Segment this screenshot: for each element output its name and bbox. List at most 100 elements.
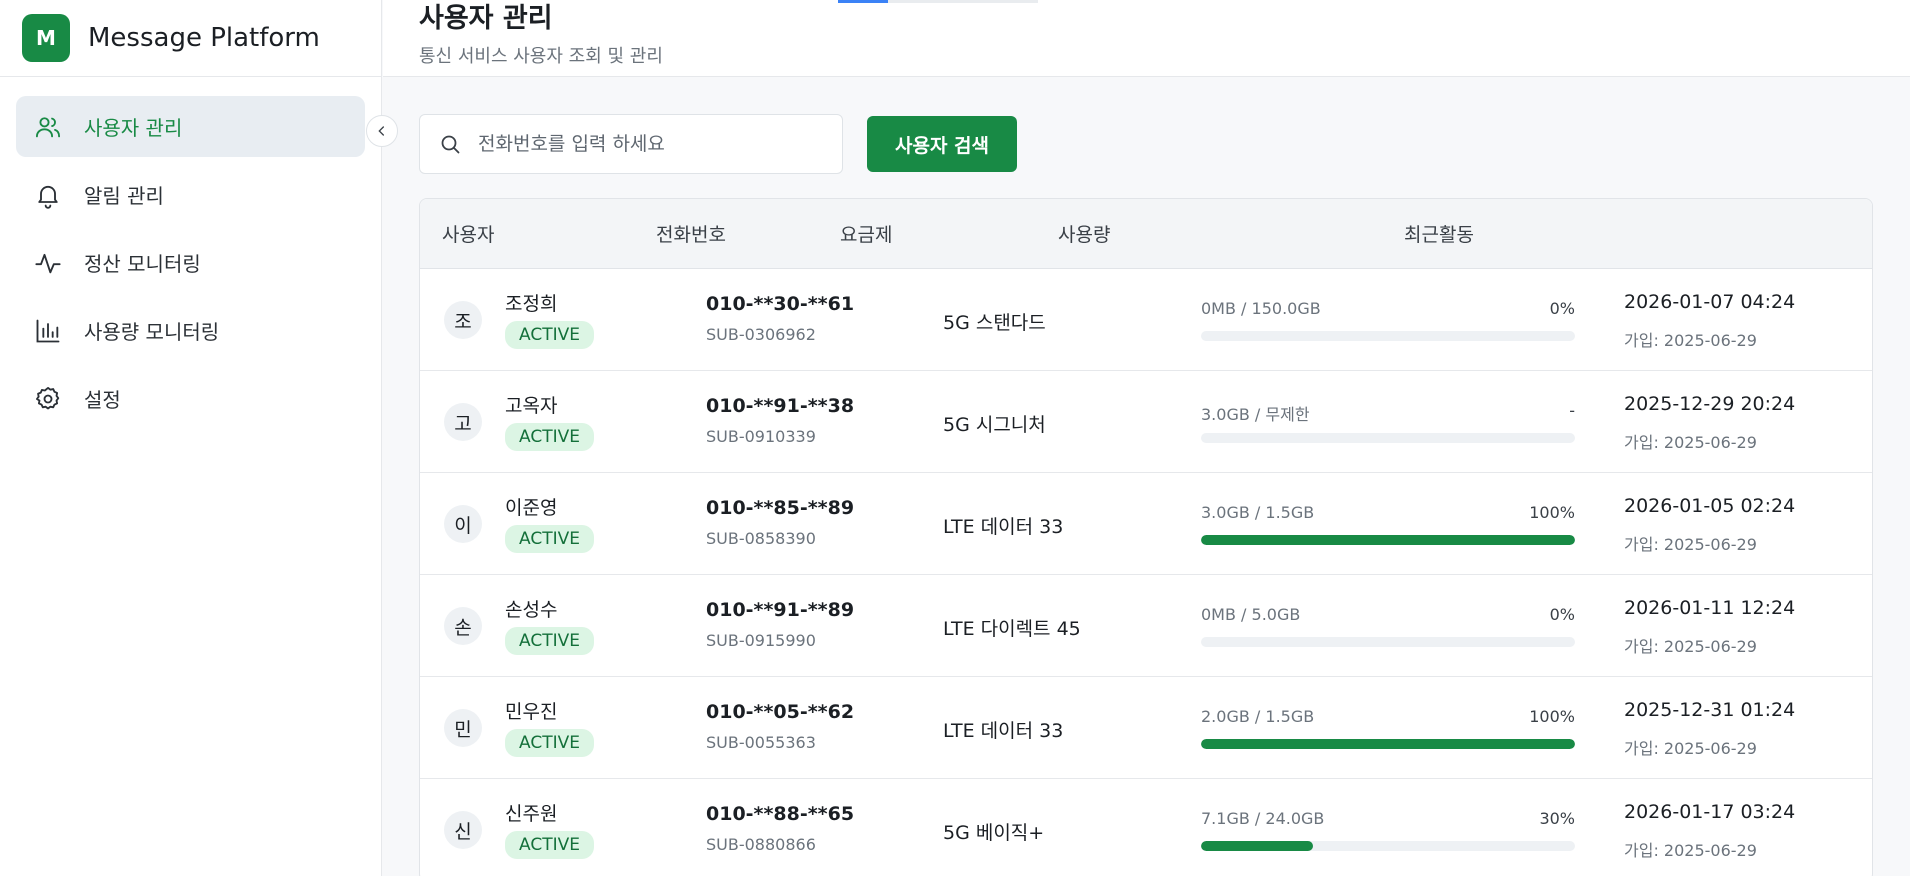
plan-name: 5G 베이직+ [943,822,1045,844]
usage-text: 2.0GB / 1.5GB [1201,707,1315,726]
usage-progress-bar [1201,433,1575,443]
sidebar-nav: 사용자 관리 알림 관리 정산 모니터링 사용량 모니터링 설정 [0,77,381,429]
status-badge: ACTIVE [505,729,594,757]
chevron-left-icon [378,126,384,136]
usage-text: 0MB / 5.0GB [1201,605,1301,624]
join-date: 가입: 2025-06-29 [1624,535,1757,554]
usage-percent: 0% [1549,605,1575,624]
recent-activity: 2026-01-17 03:24 [1624,801,1796,823]
phone-number: 010-**91-**38 [706,395,855,417]
table-row[interactable]: 조 조정희 ACTIVE 010-**30-**61 SUB-0306962 5… [420,269,1872,371]
user-table: 사용자 전화번호 요금제 사용량 최근활동 조 조정희 ACTIVE 010-*… [419,198,1873,876]
column-header-user[interactable]: 사용자 [442,220,494,247]
plan-name: LTE 데이터 33 [943,516,1064,538]
table-row[interactable]: 고 고옥자 ACTIVE 010-**91-**38 SUB-0910339 5… [420,371,1872,473]
subscriber-id: SUB-0306962 [706,325,816,344]
column-header-usage[interactable]: 사용량 [1058,220,1110,247]
avatar: 신 [444,811,482,849]
avatar: 이 [444,505,482,543]
phone-number: 010-**85-**89 [706,497,855,519]
usage-percent: 100% [1529,707,1575,726]
status-badge: ACTIVE [505,321,594,349]
search-icon [441,135,460,154]
gear-icon [34,385,62,413]
column-header-recent[interactable]: 최근활동 [1404,220,1474,247]
plan-name: 5G 스탠다드 [943,312,1046,334]
usage-progress-fill [1201,841,1314,851]
table-row[interactable]: 신 신주원 ACTIVE 010-**88-**65 SUB-0880866 5… [420,779,1872,876]
usage-progress-fill [1201,739,1575,749]
sidebar-item-label: 사용자 관리 [84,116,183,140]
column-header-phone[interactable]: 전화번호 [656,220,726,247]
subscriber-id: SUB-0055363 [706,733,816,752]
search-input[interactable] [478,133,818,155]
status-badge: ACTIVE [505,627,594,655]
user-name: 신주원 [505,803,558,825]
table-row[interactable]: 이 이준영 ACTIVE 010-**85-**89 SUB-0858390 L… [420,473,1872,575]
usage-progress-fill [1201,535,1575,545]
user-name: 이준영 [505,497,558,519]
plan-name: LTE 다이렉트 45 [943,618,1081,640]
table-body: 조 조정희 ACTIVE 010-**30-**61 SUB-0306962 5… [420,269,1872,876]
sidebar-item-users[interactable]: 사용자 관리 [16,96,365,157]
table-row[interactable]: 손 손성수 ACTIVE 010-**91-**89 SUB-0915990 L… [420,575,1872,677]
user-name: 고옥자 [505,395,558,417]
user-search-button[interactable]: 사용자 검색 [867,116,1017,172]
usage-percent: - [1569,401,1575,420]
avatar: 손 [444,607,482,645]
brand: M Message Platform [0,0,381,77]
subscriber-id: SUB-0910339 [706,427,816,446]
sidebar-item-label: 정산 모니터링 [84,252,201,276]
phone-number: 010-**30-**61 [706,293,855,315]
status-badge: ACTIVE [505,831,594,859]
sidebar-item-usage[interactable]: 사용량 모니터링 [16,300,365,361]
users-icon [34,113,62,141]
usage-progress-bar [1201,331,1575,341]
table-row[interactable]: 민 민우진 ACTIVE 010-**05-**62 SUB-0055363 L… [420,677,1872,779]
usage-percent: 30% [1539,809,1575,828]
page-header: 사용자 관리 통신 서비스 사용자 조회 및 관리 [383,0,1910,77]
recent-activity: 2026-01-07 04:24 [1624,291,1796,313]
column-header-plan[interactable]: 요금제 [840,220,892,247]
brand-title: Message Platform [88,23,320,53]
main-content: 사용자 관리 통신 서비스 사용자 조회 및 관리 사용자 검색 사용자 전화번… [383,0,1910,876]
subscriber-id: SUB-0915990 [706,631,816,650]
subscriber-id: SUB-0858390 [706,529,816,548]
sidebar-collapse-button[interactable] [366,115,398,147]
phone-number: 010-**05-**62 [706,701,855,723]
sidebar-item-label: 알림 관리 [84,184,164,208]
subscriber-id: SUB-0880866 [706,835,816,854]
sidebar-item-settlement[interactable]: 정산 모니터링 [16,232,365,293]
avatar: 조 [444,301,482,339]
brand-logo: M [22,14,70,62]
recent-activity: 2026-01-05 02:24 [1624,495,1796,517]
usage-text: 0MB / 150.0GB [1201,299,1321,318]
page-subtitle: 통신 서비스 사용자 조회 및 관리 [419,46,663,67]
search-toolbar: 사용자 검색 [419,114,1017,174]
search-box[interactable] [419,114,843,174]
join-date: 가입: 2025-06-29 [1624,331,1757,350]
bar-chart-icon [34,317,62,345]
join-date: 가입: 2025-06-29 [1624,433,1757,452]
page-title: 사용자 관리 [419,3,553,34]
status-badge: ACTIVE [505,525,594,553]
recent-activity: 2025-12-29 20:24 [1624,393,1796,415]
plan-name: 5G 시그니처 [943,414,1046,436]
user-name: 조정희 [505,293,558,315]
phone-number: 010-**88-**65 [706,803,855,825]
usage-progress-bar [1201,535,1575,545]
usage-progress-bar [1201,739,1575,749]
phone-number: 010-**91-**89 [706,599,855,621]
usage-text: 3.0GB / 1.5GB [1201,503,1315,522]
avatar: 민 [444,709,482,747]
join-date: 가입: 2025-06-29 [1624,841,1757,860]
recent-activity: 2026-01-11 12:24 [1624,597,1796,619]
header-tab-indicator [838,0,1038,3]
sidebar-item-alerts[interactable]: 알림 관리 [16,164,365,225]
usage-progress-bar [1201,637,1575,647]
sidebar: M Message Platform 사용자 관리 알림 관리 정산 모니터링 [0,0,382,876]
sidebar-item-settings[interactable]: 설정 [16,368,365,429]
activity-icon [34,249,62,277]
recent-activity: 2025-12-31 01:24 [1624,699,1796,721]
usage-percent: 100% [1529,503,1575,522]
